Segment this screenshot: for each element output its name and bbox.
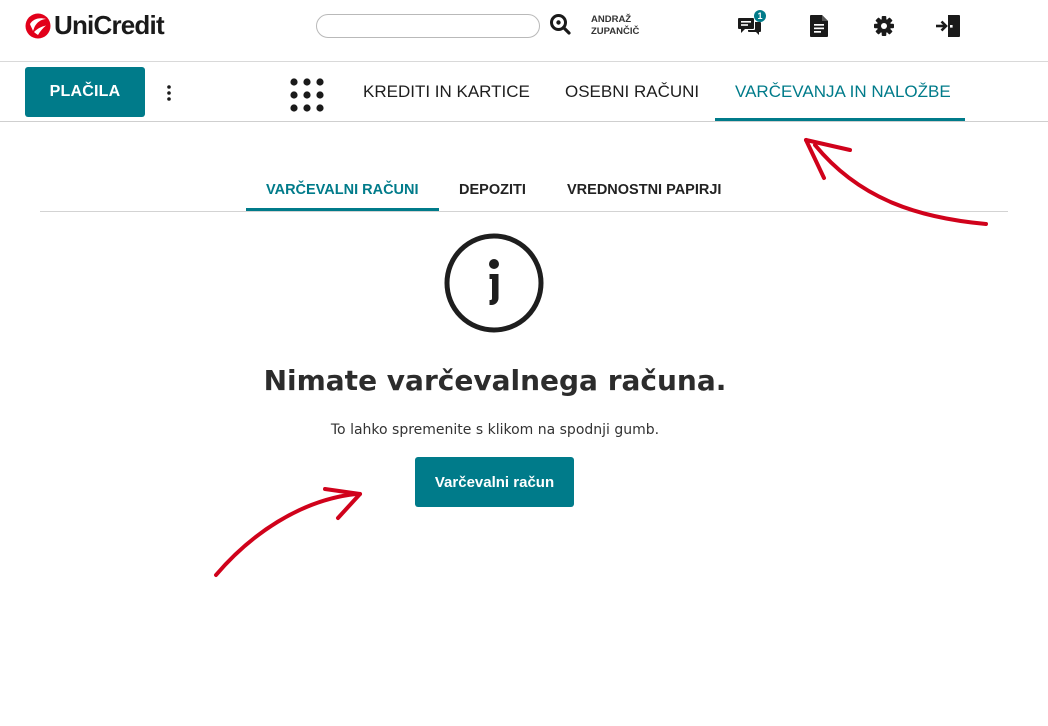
- apps-grid-icon[interactable]: [290, 78, 324, 112]
- messages-badge: 1: [754, 10, 766, 22]
- subtab-deposits[interactable]: DEPOZITI: [459, 168, 526, 212]
- search-icon[interactable]: [549, 13, 571, 35]
- unicredit-logo-mark-icon: [25, 13, 51, 38]
- active-tab-indicator: [715, 118, 965, 121]
- active-subtab-indicator: [246, 208, 439, 211]
- logout-icon: [936, 15, 960, 37]
- open-savings-account-button[interactable]: Varčevalni račun: [415, 457, 574, 507]
- user-name[interactable]: ANDRAŽ ZUPANČIČ: [591, 14, 639, 38]
- annotation-arrow-bottom: [214, 487, 362, 577]
- logout-button[interactable]: [935, 13, 961, 39]
- empty-state-title: Nimate varčevalnega računa.: [263, 364, 727, 397]
- tab-personal-accounts[interactable]: OSEBNI RAČUNI: [565, 62, 699, 122]
- info-icon: [444, 233, 544, 333]
- unicredit-logo[interactable]: UniCredit: [25, 10, 165, 41]
- tab-loans-and-cards[interactable]: KREDITI IN KARTICE: [363, 62, 530, 122]
- logo-text: UniCredit: [54, 10, 165, 40]
- subtab-savings-accounts[interactable]: VARČEVALNI RAČUNI: [266, 168, 419, 212]
- user-last-name: ZUPANČIČ: [591, 26, 640, 37]
- user-first-name: ANDRAŽ: [591, 14, 632, 25]
- search-input[interactable]: [316, 14, 540, 38]
- documents-button[interactable]: [806, 13, 832, 39]
- sub-tabs: VARČEVALNI RAČUNI DEPOZITI VREDNOSTNI PA…: [40, 168, 1008, 212]
- main-nav: PLAČILA KREDITI IN KARTICE OSEBNI RAČUNI…: [0, 62, 1048, 122]
- empty-state-text: To lahko spremenite s klikom na spodnji …: [330, 422, 660, 438]
- messages-button[interactable]: 1: [737, 10, 766, 39]
- more-options-button[interactable]: [155, 80, 183, 106]
- settings-button[interactable]: [871, 13, 897, 39]
- document-icon: [810, 15, 828, 37]
- tab-savings-and-investments[interactable]: VARČEVANJA IN NALOŽBE: [735, 62, 951, 122]
- payments-button[interactable]: PLAČILA: [25, 67, 145, 117]
- subtab-securities[interactable]: VREDNOSTNI PAPIRJI: [567, 168, 721, 212]
- top-header: UniCredit ANDRAŽ ZUPANČIČ 1: [0, 0, 1048, 62]
- vertical-dots-icon: [167, 85, 171, 101]
- settings-gear-icon: [874, 16, 894, 36]
